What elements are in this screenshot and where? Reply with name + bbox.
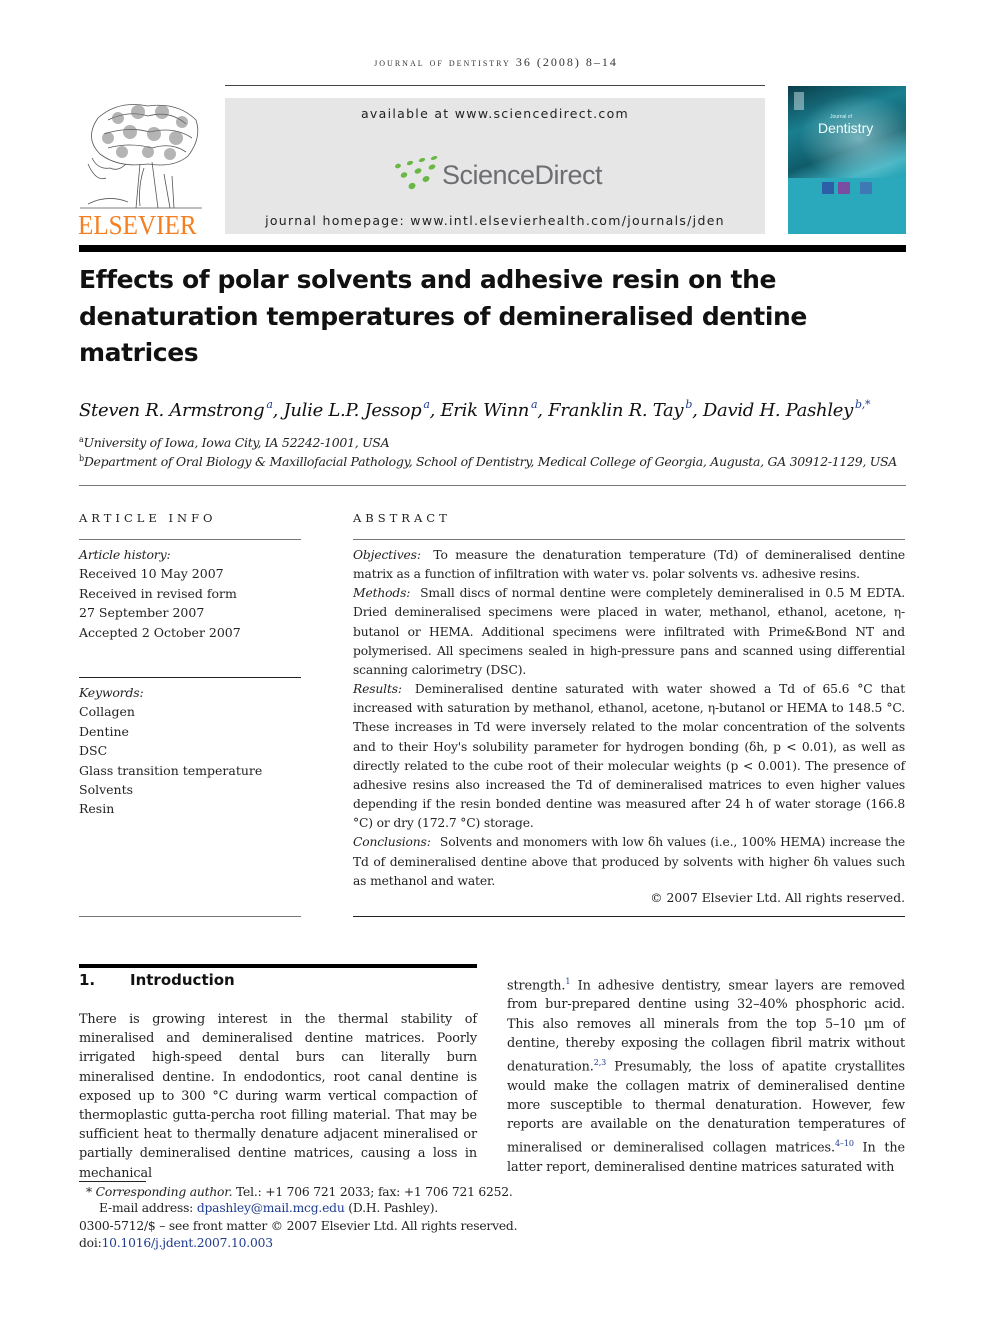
keyword: Collagen	[79, 704, 135, 720]
doi-note: doi:10.1016/j.jdent.2007.10.003	[79, 1236, 273, 1250]
email-note: E-mail address: dpashley@mail.mcg.edu (D…	[99, 1201, 438, 1215]
affiliation-marker[interactable]: a	[266, 398, 273, 411]
affiliation-marker[interactable]: a	[531, 398, 538, 411]
section-number: 1.	[79, 971, 96, 989]
running-head: journal of dentistry 36 (2008) 8–14	[374, 55, 618, 69]
abstract-conclusions: Conclusions: Solvents and monomers with …	[353, 833, 905, 890]
results-label: Results:	[353, 682, 402, 697]
history-item: 27 September 2007	[79, 605, 205, 621]
email-owner: (D.H. Pashley).	[348, 1201, 439, 1215]
history-item: Received 10 May 2007	[79, 566, 224, 582]
history-item: Accepted 2 October 2007	[79, 624, 241, 640]
keywords-label: Keywords:	[79, 685, 144, 700]
affiliation-marker[interactable]: a	[423, 398, 430, 411]
article-history-label: Article history:	[79, 547, 171, 562]
article-title: Effects of polar solvents and adhesive r…	[79, 265, 807, 367]
header-divider	[79, 245, 906, 252]
article-history: Article history: Received 10 May 2007 Re…	[79, 545, 241, 642]
front-matter-note: 0300-5712/$ – see front matter © 2007 El…	[79, 1219, 518, 1233]
journal-cover-image	[788, 86, 906, 234]
body-text: strength.	[507, 978, 566, 994]
divider	[353, 916, 905, 917]
affiliation: bDepartment of Oral Biology & Maxillofac…	[79, 454, 897, 469]
citation-link[interactable]: 2,3	[594, 1058, 607, 1067]
objectives-label: Objectives:	[353, 548, 421, 562]
author-name: Franklin R. Tay	[548, 400, 684, 421]
footnote-rule	[79, 1181, 146, 1182]
elsevier-wordmark: ELSEVIER	[78, 210, 197, 240]
divider	[79, 539, 301, 540]
article-info-heading: ARTICLE INFO	[79, 511, 217, 525]
affiliation-marker[interactable]: b	[685, 398, 692, 411]
intro-column-2: strength.1 In adhesive dentistry, smear …	[507, 972, 905, 1177]
cover-title: Dentistry	[818, 120, 874, 136]
author-name: Erik Winn	[440, 400, 530, 421]
available-at-link[interactable]: available at www.sciencedirect.com	[225, 106, 765, 121]
abstract-copyright: © 2007 Elsevier Ltd. All rights reserved…	[650, 891, 905, 905]
intro-column-1: There is growing interest in the thermal…	[79, 1012, 477, 1181]
author-name: Julie L.P. Jessop	[283, 400, 422, 421]
keyword: Dentine	[79, 723, 129, 739]
abstract-body: Objectives: To measure the denaturation …	[353, 546, 905, 891]
objectives-text: To measure the denaturation temperature …	[353, 548, 905, 582]
abstract-results: Results: Demineralised dentine saturated…	[353, 680, 905, 833]
affiliation-text: Department of Oral Biology & Maxillofaci…	[83, 454, 897, 469]
divider	[353, 539, 905, 540]
keyword: Solvents	[79, 782, 134, 798]
keywords: Keywords: Collagen Dentine DSC Glass tra…	[79, 683, 262, 819]
doi-link[interactable]: 10.1016/j.jdent.2007.10.003	[102, 1236, 273, 1250]
email-link[interactable]: dpashley@mail.mcg.edu	[197, 1201, 345, 1215]
author-list: Steven R. Armstrong a, Julie L.P. Jessop a…	[79, 398, 871, 421]
conclusions-label: Conclusions:	[353, 835, 431, 850]
section-title: Introduction	[130, 971, 235, 989]
abstract-heading: ABSTRACT	[353, 511, 451, 525]
section-rule	[79, 964, 477, 968]
keyword: DSC	[79, 743, 108, 759]
author-name: David H. Pashley	[702, 400, 854, 421]
corresponding-author-note: * Corresponding author. Tel.: +1 706 721…	[86, 1185, 513, 1199]
divider	[79, 485, 906, 486]
abstract-objectives: Objectives: To measure the denaturation …	[353, 546, 905, 584]
divider	[79, 916, 301, 917]
keyword: Glass transition temperature	[79, 762, 263, 778]
results-text: Demineralised dentine saturated with wat…	[353, 682, 905, 831]
header-rule	[225, 85, 765, 86]
journal-homepage-link[interactable]: journal homepage: www.intl.elsevierhealt…	[225, 213, 765, 228]
author-name: Steven R. Armstrong	[79, 400, 265, 421]
abstract-methods: Methods: Small discs of normal dentine w…	[353, 584, 905, 680]
methods-text: Small discs of normal dentine were compl…	[353, 586, 905, 677]
contact-info: Tel.: +1 706 721 2033; fax: +1 706 721 6…	[236, 1185, 513, 1199]
conclusions-text: Solvents and monomers with low δh values…	[353, 835, 906, 888]
doi-label: doi:	[79, 1236, 102, 1250]
corresponding-label: Corresponding author.	[95, 1185, 233, 1199]
sciencedirect-wordmark: ScienceDirect	[442, 160, 603, 190]
divider	[79, 677, 301, 678]
affiliation-text: University of Iowa, Iowa City, IA 52242-…	[83, 435, 390, 450]
keyword: Resin	[79, 801, 115, 817]
citation-link[interactable]: 4–10	[835, 1139, 854, 1148]
methods-label: Methods:	[353, 586, 411, 601]
footnote-mark: *	[86, 1185, 92, 1199]
affiliation: aUniversity of Iowa, Iowa City, IA 52242…	[79, 435, 390, 450]
email-label: E-mail address:	[99, 1201, 194, 1215]
affiliation-marker[interactable]: b,*	[855, 398, 870, 411]
section-heading: 1. Introduction	[79, 971, 235, 989]
history-item: Received in revised form	[79, 585, 237, 601]
